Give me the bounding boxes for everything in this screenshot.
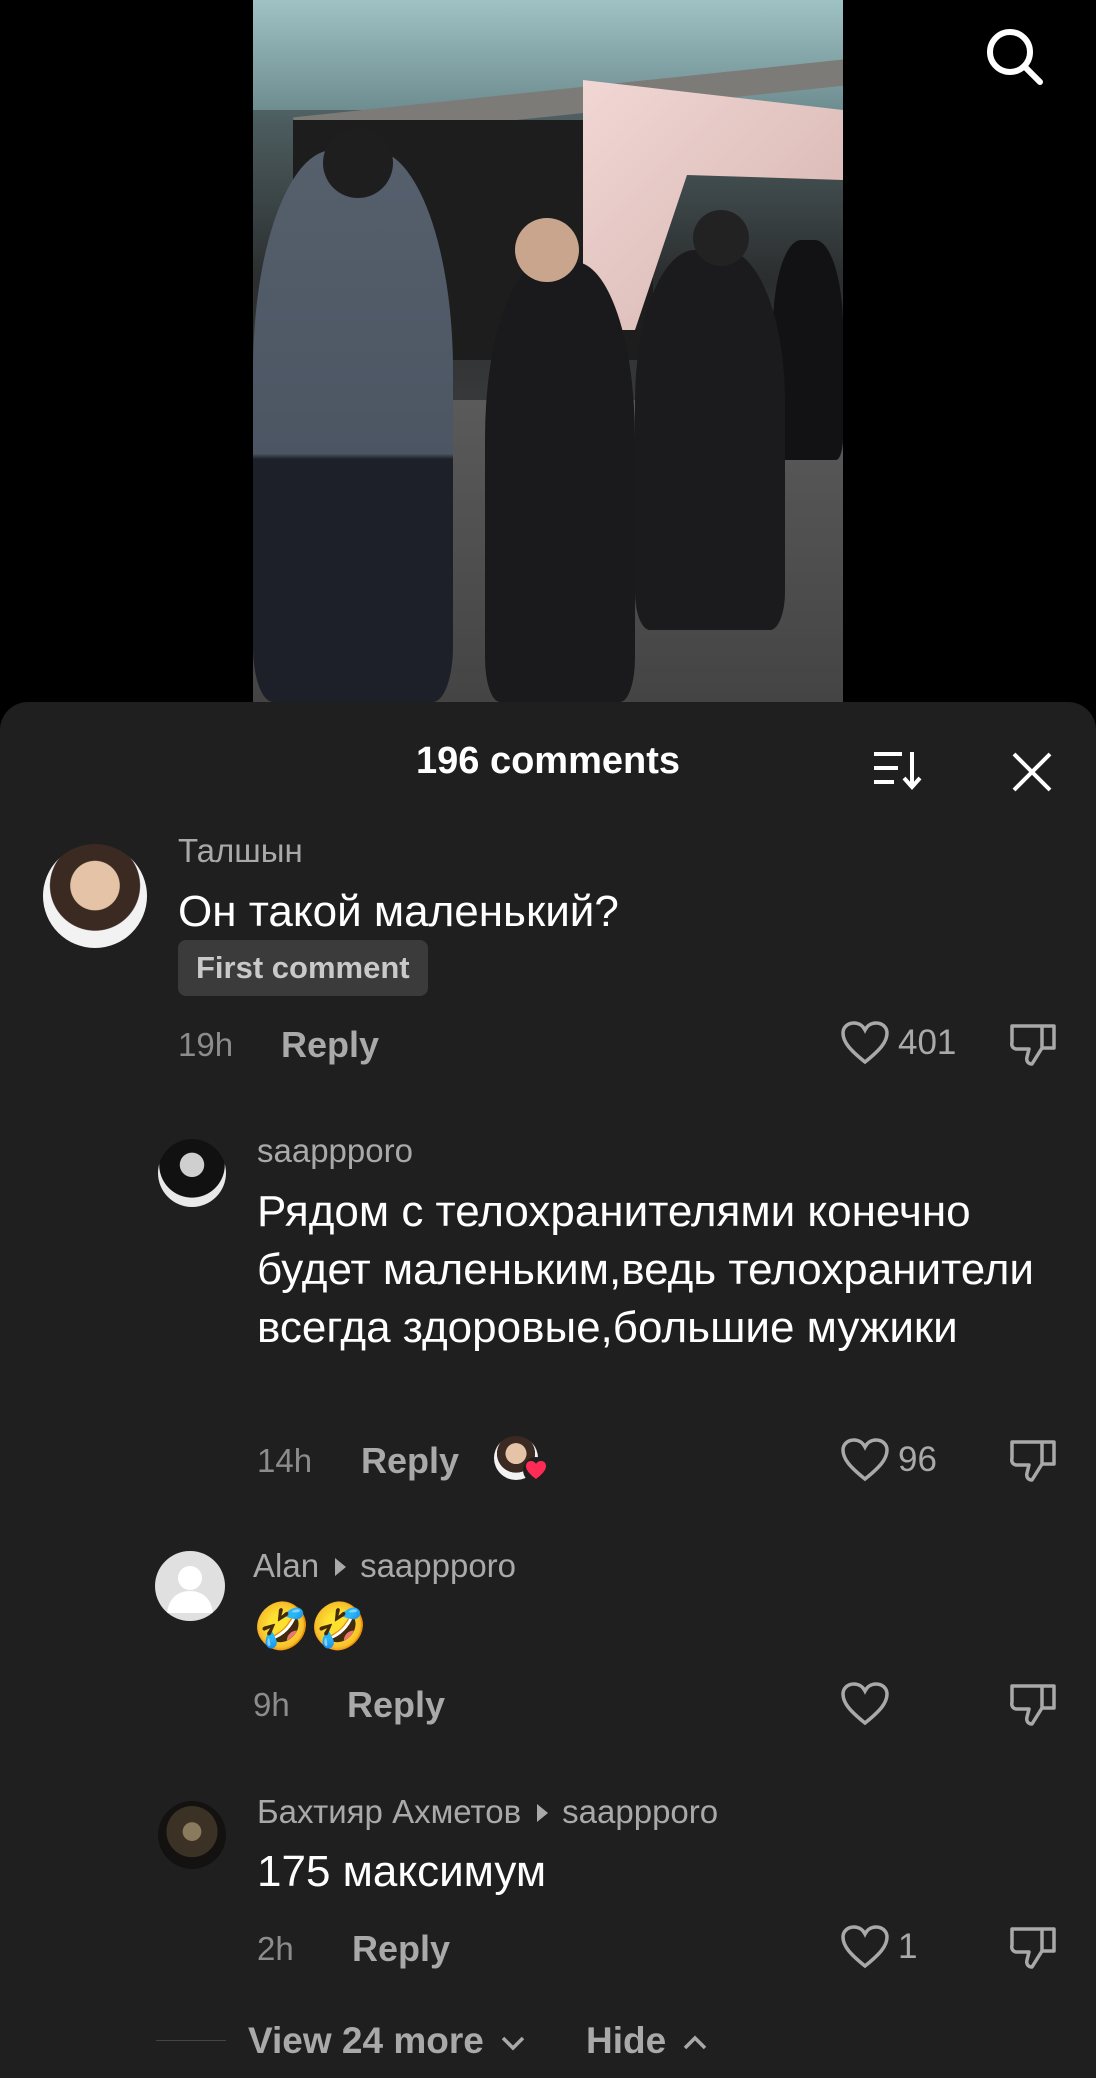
search-icon xyxy=(987,29,1043,85)
like-count: 96 xyxy=(898,1440,937,1479)
video-player[interactable] xyxy=(0,0,1096,702)
sort-button[interactable] xyxy=(872,748,924,792)
comment-time: 14h xyxy=(257,1442,313,1479)
comments-count-title: 196 comments xyxy=(415,740,680,782)
heart-icon xyxy=(841,1021,889,1065)
default-avatar-icon xyxy=(167,1566,213,1613)
video-scene-person xyxy=(253,150,453,702)
reply-arrow-icon xyxy=(335,1558,347,1577)
comment-username[interactable]: Alan saappporo xyxy=(253,1547,516,1585)
video-scene-person-head xyxy=(323,128,393,198)
heart-icon xyxy=(841,1682,889,1726)
comment-text: Рядом с телохранителями конечно будет ма… xyxy=(257,1187,1034,1352)
video-scene-person-head xyxy=(515,218,579,282)
like-button[interactable] xyxy=(840,1681,898,1727)
search-button[interactable] xyxy=(982,24,1046,88)
comment-username[interactable]: saappporo xyxy=(257,1132,413,1170)
comment-username[interactable]: Бахтияр Ахметов saappporo xyxy=(257,1793,718,1831)
close-icon xyxy=(1012,752,1052,792)
video-frame[interactable] xyxy=(253,0,843,702)
comment-author[interactable]: Alan xyxy=(253,1547,319,1584)
like-count: 1 xyxy=(898,1927,918,1966)
hide-label: Hide xyxy=(586,2020,667,2061)
close-comments-button[interactable] xyxy=(1010,750,1054,794)
dislike-button[interactable] xyxy=(1008,1925,1058,1971)
view-more-label: View 24 more xyxy=(248,2020,484,2061)
comment-time: 2h xyxy=(257,1930,294,1967)
chevron-up-icon xyxy=(684,2035,707,2050)
video-scene-person xyxy=(635,250,785,630)
avatar[interactable] xyxy=(155,1551,225,1621)
sort-icon xyxy=(874,752,922,791)
dislike-icon xyxy=(1010,1024,1056,1066)
comment-text: 175 максимум xyxy=(257,1847,547,1896)
replies-divider xyxy=(156,2040,226,2041)
comment-text: 🤣🤣 xyxy=(253,1600,368,1652)
like-count: 401 xyxy=(898,1023,957,1062)
avatar[interactable] xyxy=(158,1139,226,1207)
reply-arrow-icon xyxy=(537,1804,549,1823)
dislike-button[interactable] xyxy=(1008,1682,1058,1728)
reply-target[interactable]: saappporo xyxy=(360,1547,516,1584)
comment-time: 9h xyxy=(253,1686,290,1723)
comment-username[interactable]: Талшын xyxy=(178,832,303,870)
heart-icon xyxy=(841,1438,889,1482)
view-more-replies-button[interactable]: View 24 more xyxy=(248,2020,526,2062)
hide-replies-button[interactable]: Hide xyxy=(586,2020,708,2062)
chevron-down-icon xyxy=(501,2036,525,2051)
reply-button[interactable]: Reply xyxy=(361,1440,459,1482)
like-button[interactable]: 1 xyxy=(840,1924,917,1970)
dislike-icon xyxy=(1010,1440,1056,1482)
heart-icon xyxy=(841,1925,889,1969)
avatar[interactable] xyxy=(43,844,147,948)
dislike-button[interactable] xyxy=(1008,1438,1058,1484)
comment-text: Он такой маленький? xyxy=(178,887,619,936)
dislike-icon xyxy=(1010,1927,1056,1969)
comment-author[interactable]: Бахтияр Ахметов xyxy=(257,1793,521,1830)
reply-button[interactable]: Reply xyxy=(352,1928,450,1970)
first-comment-badge: First comment xyxy=(178,940,428,996)
reply-target[interactable]: saappporo xyxy=(562,1793,718,1830)
reply-button[interactable]: Reply xyxy=(281,1024,379,1066)
like-button[interactable]: 401 xyxy=(840,1020,956,1066)
dislike-icon xyxy=(1010,1684,1056,1726)
video-scene-person xyxy=(485,262,635,702)
dislike-button[interactable] xyxy=(1008,1022,1058,1068)
like-button[interactable]: 96 xyxy=(840,1437,937,1483)
comment-time: 19h xyxy=(178,1026,234,1063)
reply-button[interactable]: Reply xyxy=(347,1684,445,1726)
video-scene-person-head xyxy=(693,210,749,266)
heart-badge-icon xyxy=(522,1456,550,1484)
avatar[interactable] xyxy=(158,1801,226,1869)
